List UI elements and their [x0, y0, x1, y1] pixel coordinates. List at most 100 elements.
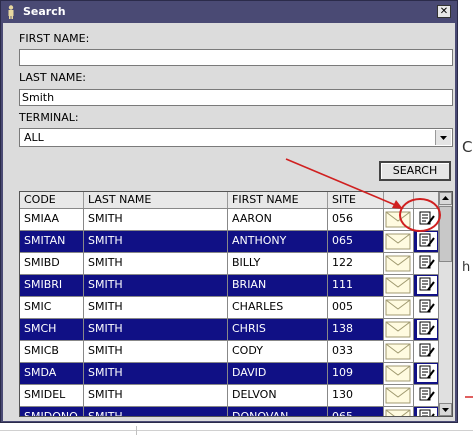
table-row[interactable]: SMIBRI SMITH BRIAN 111 — [20, 275, 440, 297]
table-row[interactable]: SMIC SMITH CHARLES 005 — [20, 297, 440, 319]
first-name-label: FIRST NAME: — [19, 32, 90, 45]
last-name-input[interactable]: Smith — [19, 89, 453, 106]
cell-first-name: CHARLES — [228, 297, 328, 319]
cell-first-name: CHRIS — [228, 319, 328, 341]
envelope-icon — [385, 299, 411, 316]
message-button[interactable] — [384, 319, 414, 341]
cell-site: 138 — [328, 319, 384, 341]
edit-document-icon — [419, 343, 435, 357]
chevron-down-icon — [440, 136, 447, 140]
edit-document-icon — [419, 299, 435, 313]
cell-last-name: SMITH — [84, 385, 228, 407]
background-text-fragment: C — [462, 138, 473, 156]
edit-button[interactable] — [414, 385, 440, 407]
cell-last-name: SMITH — [84, 341, 228, 363]
table-row[interactable]: SMIBD SMITH BILLY 122 — [20, 253, 440, 275]
envelope-icon — [385, 321, 411, 338]
edit-button[interactable] — [414, 363, 440, 385]
cell-last-name: SMITH — [84, 209, 228, 231]
last-name-label: LAST NAME: — [19, 71, 87, 84]
cell-last-name: SMITH — [84, 275, 228, 297]
background-divider — [0, 430, 473, 431]
close-icon: ✕ — [439, 6, 449, 17]
cell-last-name: SMITH — [84, 231, 228, 253]
grid-rows: SMIAA SMITH AARON 056 SMITAN SMITH ANTHONY 065 S… — [20, 209, 440, 416]
message-button[interactable] — [384, 231, 414, 253]
background-text-fragment: h — [462, 260, 471, 275]
edit-button[interactable] — [414, 297, 440, 319]
scroll-up-button[interactable] — [439, 192, 452, 205]
message-button[interactable] — [384, 385, 414, 407]
cell-first-name: DELVON — [228, 385, 328, 407]
terminal-label: TERMINAL: — [19, 111, 79, 124]
table-row[interactable]: SMIDONO SMITH DONOVAN 065 — [20, 407, 440, 416]
envelope-icon — [385, 233, 411, 250]
cell-site: 109 — [328, 363, 384, 385]
terminal-select[interactable]: ALL — [19, 128, 453, 147]
table-row[interactable]: SMIDEL SMITH DELVON 130 — [20, 385, 440, 407]
scroll-up-icon — [442, 196, 449, 200]
cell-first-name: ANTHONY — [228, 231, 328, 253]
edit-button[interactable] — [414, 319, 440, 341]
window-title: Search — [23, 5, 66, 18]
edit-document-icon — [419, 277, 435, 291]
close-button[interactable]: ✕ — [437, 5, 451, 18]
cell-site: 033 — [328, 341, 384, 363]
cell-last-name: SMITH — [84, 407, 228, 416]
edit-button[interactable] — [414, 341, 440, 363]
cell-code: SMIBRI — [20, 275, 84, 297]
edit-button[interactable] — [414, 275, 440, 297]
message-button[interactable] — [384, 341, 414, 363]
envelope-icon — [385, 343, 411, 360]
cell-first-name: DONOVAN — [228, 407, 328, 416]
cell-first-name: BILLY — [228, 253, 328, 275]
dropdown-button[interactable] — [435, 130, 451, 145]
first-name-input[interactable] — [19, 49, 453, 66]
table-row[interactable]: SMITAN SMITH ANTHONY 065 — [20, 231, 440, 253]
edit-button[interactable] — [414, 407, 440, 416]
background-divider — [136, 426, 137, 435]
edit-button[interactable] — [414, 253, 440, 275]
cell-code: SMDA — [20, 363, 84, 385]
cell-code: SMIDEL — [20, 385, 84, 407]
column-header-last-name[interactable]: LAST NAME — [84, 192, 228, 208]
vertical-scrollbar[interactable] — [438, 192, 452, 416]
cell-last-name: SMITH — [84, 363, 228, 385]
message-button[interactable] — [384, 363, 414, 385]
envelope-icon — [385, 409, 411, 416]
table-row[interactable]: SMICB SMITH CODY 033 — [20, 341, 440, 363]
edit-document-icon — [419, 409, 435, 416]
cell-site: 065 — [328, 231, 384, 253]
message-button[interactable] — [384, 407, 414, 416]
cell-first-name: CODY — [228, 341, 328, 363]
person-icon — [8, 5, 14, 19]
scroll-down-button[interactable] — [439, 403, 452, 416]
edit-document-icon — [419, 321, 435, 335]
scroll-down-icon — [442, 408, 449, 412]
annotation-arrow — [285, 158, 403, 209]
cell-code: SMITAN — [20, 231, 84, 253]
table-row[interactable]: SMDA SMITH DAVID 109 — [20, 363, 440, 385]
title-bar[interactable]: Search ✕ — [1, 1, 457, 23]
terminal-selected-value: ALL — [24, 131, 44, 144]
message-button[interactable] — [384, 275, 414, 297]
edit-document-icon — [419, 387, 435, 401]
results-grid: CODE LAST NAME FIRST NAME SITE SMIAA SMIT… — [19, 191, 453, 417]
envelope-icon — [385, 277, 411, 294]
table-row[interactable]: SMCH SMITH CHRIS 138 — [20, 319, 440, 341]
cell-site: 111 — [328, 275, 384, 297]
cell-last-name: SMITH — [84, 319, 228, 341]
cell-code: SMICB — [20, 341, 84, 363]
edit-document-icon — [419, 255, 435, 269]
edit-document-icon — [419, 365, 435, 379]
edit-button[interactable] — [414, 231, 440, 253]
cell-site: 130 — [328, 385, 384, 407]
envelope-icon — [385, 365, 411, 382]
envelope-icon — [385, 387, 411, 404]
cell-code: SMIDONO — [20, 407, 84, 416]
message-button[interactable] — [384, 297, 414, 319]
column-header-code[interactable]: CODE — [20, 192, 84, 208]
message-button[interactable] — [384, 253, 414, 275]
cell-first-name: DAVID — [228, 363, 328, 385]
cell-last-name: SMITH — [84, 297, 228, 319]
